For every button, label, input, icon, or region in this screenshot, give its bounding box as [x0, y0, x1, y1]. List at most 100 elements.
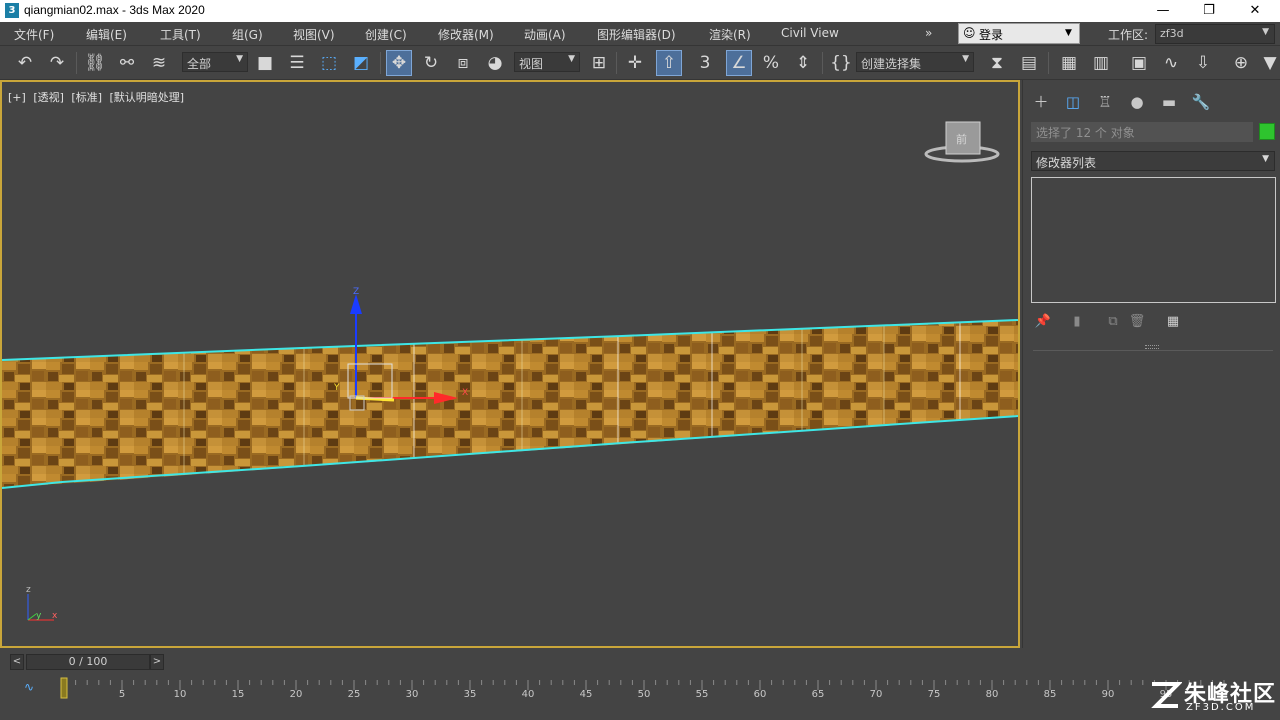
modify-tab-icon[interactable]: ◫	[1061, 92, 1085, 112]
make-unique-icon[interactable]: ⧉	[1103, 312, 1123, 332]
layer-explorer-icon[interactable]: ▥	[1088, 50, 1114, 76]
menu-civil-view[interactable]: Civil View	[781, 26, 839, 40]
viewport-menu-plus[interactable]: [+]	[8, 91, 26, 104]
schematic-view-icon[interactable]: ⇩	[1190, 50, 1216, 76]
curve-editor-mini-icon[interactable]: ∿	[24, 680, 34, 694]
angle-snap-icon[interactable]: ∠	[726, 50, 752, 76]
time-slider-frame[interactable]: 0 / 100	[26, 654, 150, 670]
view-cube-front-label: 前	[956, 132, 967, 146]
timeline-tick-label: 65	[812, 689, 825, 700]
chevron-down-icon: ▼	[962, 54, 969, 64]
menu-file[interactable]: 文件(F)	[14, 26, 54, 43]
keyboard-shortcut-override-icon[interactable]: ⇧	[656, 50, 682, 76]
motion-tab-icon[interactable]: ●	[1125, 92, 1149, 112]
login-dropdown[interactable]: ☺ 登录 ▼	[958, 23, 1080, 44]
login-label: 登录	[979, 28, 1004, 42]
viewport-lighting[interactable]: [默认明暗处理]	[110, 91, 185, 104]
show-end-result-icon[interactable]: ▮	[1067, 312, 1087, 332]
undo-icon[interactable]: ↶	[12, 50, 38, 76]
mirror-icon[interactable]: ⧗	[984, 50, 1010, 76]
gizmo-y-label: Y	[333, 383, 340, 393]
gizmo-z-label: Z	[353, 287, 359, 297]
rotate-icon[interactable]: ↻	[418, 50, 444, 76]
menu-group[interactable]: 组(G)	[232, 26, 263, 43]
world-axis-z-label: z	[26, 585, 31, 595]
timeline-tick-label: 40	[522, 689, 535, 700]
menu-views[interactable]: 视图(V)	[293, 26, 335, 43]
selection-filter-dropdown[interactable]: 全部 ▼	[182, 52, 248, 72]
edit-named-selection-icon[interactable]: {}	[828, 50, 854, 76]
named-selection-dropdown[interactable]: 创建选择集 ▼	[856, 52, 974, 72]
current-frame-marker	[60, 677, 68, 699]
pin-stack-icon[interactable]: 📌	[1033, 312, 1053, 332]
gizmo-x-label: X	[462, 388, 468, 398]
timeline-tick-label: 50	[638, 689, 651, 700]
perspective-viewport[interactable]: Z X Y 前 z x y [+] [透视] [标准] [默认明暗处理]	[0, 80, 1020, 648]
selection-name-field[interactable]: 选择了 12 个 对象	[1031, 122, 1253, 142]
window-crossing-icon[interactable]: ◩	[348, 50, 374, 76]
menu-overflow[interactable]: »	[925, 26, 932, 40]
snaps-toggle-icon[interactable]: 3	[692, 50, 718, 76]
viewport-shading[interactable]: [标准]	[71, 91, 102, 104]
select-object-icon[interactable]: ■	[252, 50, 278, 76]
viewport-canvas: Z X Y 前 z x y	[2, 121, 1018, 621]
track-bar[interactable]: ∿ 05101520253035404550556065707580859095	[0, 674, 1280, 720]
menu-animation[interactable]: 动画(A)	[524, 26, 566, 43]
object-color-swatch[interactable]	[1259, 123, 1275, 140]
modifier-stack[interactable]	[1031, 177, 1276, 303]
menu-modifiers[interactable]: 修改器(M)	[438, 26, 494, 43]
material-editor-icon[interactable]: ⊕	[1228, 50, 1254, 76]
select-manipulate-icon[interactable]: ✛	[622, 50, 648, 76]
menu-graph-editors[interactable]: 图形编辑器(D)	[597, 26, 676, 43]
panel-grip[interactable]	[1145, 345, 1159, 349]
pivot-center-icon[interactable]: ⊞	[586, 50, 612, 76]
render-setup-icon[interactable]: ▼	[1260, 50, 1280, 76]
create-tab-icon[interactable]: ＋	[1029, 92, 1053, 112]
wall-mesh[interactable]	[2, 320, 1018, 488]
bind-space-warp-icon[interactable]: ≋	[146, 50, 172, 76]
close-button[interactable]: ✕	[1232, 0, 1278, 22]
link-icon[interactable]: ⛓	[82, 50, 108, 76]
hierarchy-tab-icon[interactable]: ♖	[1093, 92, 1117, 112]
panel-divider	[1033, 350, 1273, 351]
viewport-label[interactable]: [+] [透视] [标准] [默认明暗处理]	[8, 89, 188, 105]
chevron-down-icon: ▼	[1262, 154, 1269, 164]
view-cube[interactable]: 前	[924, 121, 1000, 163]
timeline-tick-label: 30	[406, 689, 419, 700]
remove-modifier-icon[interactable]: 🗑	[1127, 312, 1147, 332]
timeline-tick-label: 35	[464, 689, 477, 700]
redo-icon[interactable]: ↷	[44, 50, 70, 76]
menu-rendering[interactable]: 渲染(R)	[709, 26, 751, 43]
unlink-icon[interactable]: ⚯	[114, 50, 140, 76]
menu-bar: 文件(F) 编辑(E) 工具(T) 组(G) 视图(V) 创建(C) 修改器(M…	[0, 22, 1280, 46]
scale-icon[interactable]: ⧈	[450, 50, 476, 76]
timeline-tick-label: 5	[119, 689, 125, 700]
window-title: qiangmian02.max - 3ds Max 2020	[24, 3, 205, 17]
rectangular-selection-icon[interactable]: ⬚	[316, 50, 342, 76]
timeline-ruler[interactable]: 05101520253035404550556065707580859095	[58, 674, 1280, 720]
align-icon[interactable]: ▤	[1016, 50, 1042, 76]
select-by-name-icon[interactable]: ☰	[284, 50, 310, 76]
prev-frame-button[interactable]: <	[10, 654, 24, 670]
configure-modifier-sets-icon[interactable]: ▦	[1163, 312, 1183, 332]
display-tab-icon[interactable]: ▬	[1157, 92, 1181, 112]
menu-tools[interactable]: 工具(T)	[160, 26, 201, 43]
modifier-list-dropdown[interactable]: 修改器列表 ▼	[1031, 151, 1275, 171]
move-icon[interactable]: ✥	[386, 50, 412, 76]
menu-edit[interactable]: 编辑(E)	[86, 26, 127, 43]
maximize-button[interactable]: ❐	[1186, 0, 1232, 22]
place-icon[interactable]: ◕	[482, 50, 508, 76]
curve-editor-icon[interactable]: ∿	[1158, 50, 1184, 76]
menu-create[interactable]: 创建(C)	[365, 26, 407, 43]
utilities-tab-icon[interactable]: 🔧	[1189, 92, 1213, 112]
scene-explorer-icon[interactable]: ▦	[1056, 50, 1082, 76]
next-frame-button[interactable]: >	[150, 654, 164, 670]
viewport-point-of-view[interactable]: [透视]	[33, 91, 64, 104]
toggle-ribbon-icon[interactable]: ▣	[1126, 50, 1152, 76]
selection-filter-value: 全部	[187, 57, 212, 71]
percent-snap-icon[interactable]: %	[758, 50, 784, 76]
spinner-snap-icon[interactable]: ⇕	[790, 50, 816, 76]
ref-coord-dropdown[interactable]: 视图 ▼	[514, 52, 580, 72]
minimize-button[interactable]: —	[1140, 0, 1186, 22]
workspace-select[interactable]: zf3d ▼	[1155, 24, 1275, 44]
